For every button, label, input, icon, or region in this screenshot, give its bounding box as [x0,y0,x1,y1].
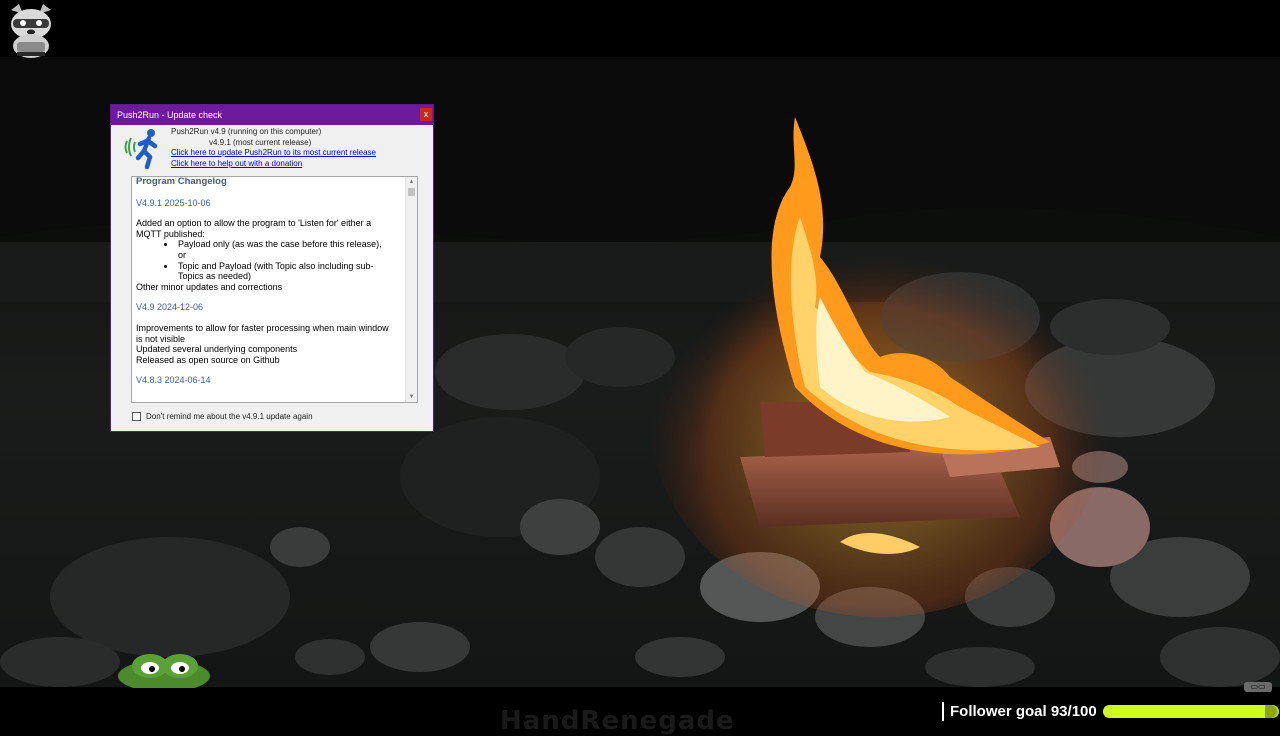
changelog-bullet: Payload only (as was the case before thi… [176,239,401,260]
follower-goal-divider [942,701,944,721]
changelog-line: Released as open source on Github [136,354,280,365]
changelog-line: Added an option to allow the program to … [136,218,372,229]
changelog-bullet-text: Payload only (as was the case before thi… [178,239,382,250]
changelog-line: MQTT published: [136,228,205,239]
changelog-heading: Program Changelog [136,176,227,187]
dialog-titlebar[interactable]: Push2Run - Update check x [111,105,433,125]
close-button[interactable]: x [420,108,432,121]
changelog-bullet-list: Payload only (as was the case before thi… [136,239,401,281]
changelog-line: Updated several underlying components [136,344,298,355]
follower-goal-progress-bar [1102,704,1279,718]
remind-checkbox[interactable] [132,412,141,421]
changelog-version: V4.8.3 2024-06-14 [136,375,211,386]
changelog-bullet-text: or [178,249,187,260]
changelog-line: Other minor updates and corrections [136,281,283,292]
changelog-content: Program Changelog V4.9.1 2025-10-06 Adde… [136,177,401,386]
follower-goal-progress-fill [1102,704,1267,718]
top-bar [0,0,1280,57]
update-check-dialog: Push2Run - Update check x Push2Run v4.9 … [110,104,434,432]
follower-goal-label: Follower goal 93/100 [950,702,1097,720]
scroll-up-arrow-icon[interactable]: ▲ [406,177,417,187]
changelog-version: V4.9.1 2025-10-06 [136,197,211,208]
changelog-line: Improvements to allow for faster process… [136,322,389,333]
scroll-thumb[interactable] [408,188,415,196]
follower-goal-widget: Follower goal 93/100 [942,701,1279,721]
changelog-box[interactable]: Program Changelog V4.9.1 2025-10-06 Adde… [131,176,418,403]
changelog-scrollbar[interactable]: ▲ ▼ [405,177,417,402]
changelog-version: V4.9 2024-12-06 [136,302,204,313]
dialog-title: Push2Run - Update check [117,110,223,120]
frog-emote-icon [118,652,210,692]
remind-label: Don't remind me about the v4.9.1 update … [146,412,313,421]
installed-version-text: Push2Run v4.9 (running on this computer) [171,127,322,136]
changelog-bullet: Topic and Payload (with Topic also inclu… [176,261,401,282]
raccoon-mascot-icon [3,2,59,58]
changelog-line: is not visible [136,333,186,344]
running-man-icon [124,127,162,170]
current-version-text: v4.9.1 (most current release) [209,138,312,147]
update-link[interactable]: Click here to update Push2Run to its mos… [171,148,376,157]
scroll-down-arrow-icon[interactable]: ▼ [406,392,417,402]
changelog-bullet-text: Topic and Payload (with Topic also inclu… [178,260,374,271]
corner-badge: ▭▭ [1244,682,1272,692]
channel-watermark: HandRenegade [500,706,735,736]
changelog-bullet-text: Topics as needed) [178,271,252,282]
follower-goal-progress-end [1264,704,1277,718]
donation-link[interactable]: Click here to help out with a donation [171,159,302,168]
remind-option[interactable]: Don't remind me about the v4.9.1 update … [132,412,313,421]
